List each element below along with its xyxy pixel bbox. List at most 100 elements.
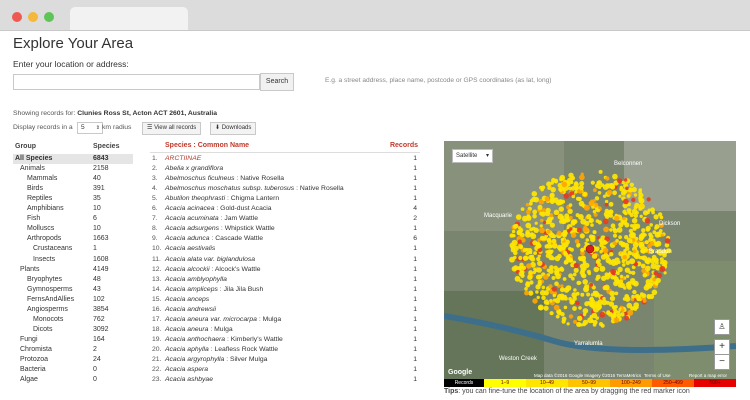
group-name: Gymnosperms <box>27 285 73 293</box>
location-marker-icon[interactable] <box>585 244 595 254</box>
occurrence-dot <box>609 295 616 302</box>
species-row[interactable]: 15. Acacia anceps 1 <box>150 295 420 305</box>
species-name[interactable]: Abelmoschus ficulneus <box>165 175 235 182</box>
species-row[interactable]: 7. Acacia acuminata : Jam Wattle 2 <box>150 214 420 224</box>
group-name: FernsAndAllies <box>27 295 75 303</box>
species-row[interactable]: 16. Acacia andrewsii 1 <box>150 305 420 315</box>
display-label: Display records in a <box>13 124 73 131</box>
radius-select[interactable]: 5 ⇕ <box>77 122 103 134</box>
species-name[interactable]: Acacia acuminata <box>165 215 219 222</box>
group-row[interactable]: Birds 391 <box>13 184 133 194</box>
species-name[interactable]: Acacia amblyophylla <box>165 276 227 283</box>
species-name[interactable]: Acacia ampliceps <box>165 286 218 293</box>
species-name[interactable]: Acacia aestivalis <box>165 245 215 252</box>
group-row[interactable]: Crustaceans 1 <box>13 244 133 254</box>
zoom-in-button[interactable]: + <box>714 339 730 355</box>
species-name[interactable]: Abelia x grandiflora <box>165 165 223 172</box>
species-row[interactable]: 6. Acacia acinacea : Gold-dust Acacia 4 <box>150 204 420 214</box>
species-name[interactable]: Acacia acinacea <box>165 205 215 212</box>
species-row[interactable]: 9. Acacia adunca : Cascade Wattle 6 <box>150 234 420 244</box>
species-row[interactable]: 4. Abelmoschus moschatus subsp. tuberosus… <box>150 184 420 194</box>
species-row[interactable]: 13. Acacia amblyophylla 1 <box>150 275 420 285</box>
species-row[interactable]: 19. Acacia anthochaera : Kimberly's Wattl… <box>150 335 420 345</box>
species-row[interactable]: 20. Acacia aphylla : Leafless Rock Wattle… <box>150 345 420 355</box>
report-map-error-link[interactable]: Report a map error <box>689 373 727 378</box>
map-panel[interactable]: Satellite ▾ Belconnen Macquarie Dickson B… <box>444 141 736 381</box>
species-row[interactable]: 21. Acacia argyrophylla : Silver Mulga 1 <box>150 355 420 365</box>
group-name: Animals <box>20 165 45 173</box>
map-terms-link[interactable]: Terms of Use <box>644 373 671 378</box>
species-row[interactable]: 1. ARCTIINAE 1 <box>150 154 420 164</box>
group-row[interactable]: Dicots 3092 <box>13 325 133 335</box>
group-row[interactable]: Bacteria 0 <box>13 365 133 375</box>
species-name[interactable]: Acacia alcockii <box>165 266 210 273</box>
occurrence-dot <box>620 312 625 317</box>
group-row[interactable]: Molluscs 10 <box>13 224 133 234</box>
group-row[interactable]: Plants 4149 <box>13 265 133 275</box>
occurrence-dot <box>600 323 605 328</box>
street-view-icon[interactable]: ♙ <box>714 319 730 335</box>
species-name[interactable]: ARCTIINAE <box>165 155 201 162</box>
group-row[interactable]: Fungi 164 <box>13 335 133 345</box>
species-row[interactable]: 2. Abelia x grandiflora 1 <box>150 164 420 174</box>
species-name[interactable]: Acacia anceps <box>165 296 209 303</box>
group-row[interactable]: Animals 2158 <box>13 164 133 174</box>
group-row[interactable]: Fish 6 <box>13 214 133 224</box>
species-row[interactable]: 5. Abutilon theophrasti : Chigma Lantern 1 <box>150 194 420 204</box>
close-window-icon[interactable] <box>12 12 22 22</box>
species-row[interactable]: 17. Acacia aneura var. microcarpa : Mulga… <box>150 315 420 325</box>
map-type-select[interactable]: Satellite ▾ <box>452 149 493 163</box>
species-name[interactable]: Acacia aspera <box>165 366 208 373</box>
downloads-button[interactable]: ⬇ Downloads <box>210 122 257 135</box>
species-row[interactable]: 22. Acacia aspera 1 <box>150 365 420 375</box>
occurrence-dot <box>533 227 539 233</box>
species-name[interactable]: Acacia alata var. biglandulosa <box>165 256 255 263</box>
maximize-window-icon[interactable] <box>44 12 54 22</box>
group-row[interactable]: Monocots 762 <box>13 315 133 325</box>
species-row[interactable]: 14. Acacia ampliceps : Jila Jila Bush 1 <box>150 285 420 295</box>
species-name[interactable]: Acacia argyrophylla <box>165 356 224 363</box>
group-row[interactable]: Protozoa 24 <box>13 355 133 365</box>
species-row[interactable]: 8. Acacia adsurgens : Whipstick Wattle 1 <box>150 224 420 234</box>
common-name: Native Rosella <box>299 185 344 193</box>
group-row[interactable]: Reptiles 35 <box>13 194 133 204</box>
species-row[interactable]: 10. Acacia aestivalis 1 <box>150 244 420 254</box>
search-button[interactable]: Search <box>260 73 294 91</box>
group-row[interactable]: All Species 6843 <box>13 154 133 164</box>
group-row[interactable]: Bryophytes 48 <box>13 275 133 285</box>
species-row[interactable]: 11. Acacia alata var. biglandulosa 1 <box>150 255 420 265</box>
group-row[interactable]: FernsAndAllies 102 <box>13 295 133 305</box>
species-name[interactable]: Acacia ashbyae <box>165 376 213 383</box>
group-row[interactable]: Insects 1608 <box>13 255 133 265</box>
species-name[interactable]: Acacia aneura var. microcarpa <box>165 316 257 323</box>
occurrence-dot <box>525 251 529 256</box>
occurrence-dot <box>656 272 662 279</box>
species-name[interactable]: Acacia anthochaera <box>165 336 225 343</box>
species-row[interactable]: 23. Acacia ashbyae 1 <box>150 375 420 385</box>
occurrence-dot <box>574 239 580 244</box>
browser-tab[interactable] <box>70 7 188 30</box>
species-name[interactable]: Acacia adsurgens <box>165 225 219 232</box>
group-row[interactable]: Gymnosperms 43 <box>13 285 133 295</box>
species-name[interactable]: Acacia andrewsii <box>165 306 216 313</box>
species-name[interactable]: Acacia aneura <box>165 326 208 333</box>
group-row[interactable]: Algae 0 <box>13 375 133 385</box>
species-row[interactable]: 3. Abelmoschus ficulneus : Native Rosella… <box>150 174 420 184</box>
species-row[interactable]: 18. Acacia aneura : Mulga 1 <box>150 325 420 335</box>
group-row[interactable]: Amphibians 10 <box>13 204 133 214</box>
group-row[interactable]: Arthropods 1663 <box>13 234 133 244</box>
view-all-records-button[interactable]: ☰ View all records <box>142 122 202 135</box>
minimize-window-icon[interactable] <box>28 12 38 22</box>
group-row[interactable]: Chromista 2 <box>13 345 133 355</box>
species-row[interactable]: 12. Acacia alcockii : Alcock's Wattle 1 <box>150 265 420 275</box>
group-row[interactable]: Mammals 40 <box>13 174 133 184</box>
species-name[interactable]: Abelmoschus moschatus subsp. tuberosus <box>165 185 294 192</box>
group-row[interactable]: Angiosperms 3854 <box>13 305 133 315</box>
occurrence-dot <box>610 268 616 275</box>
species-name[interactable]: Abutilon theophrasti <box>165 195 225 202</box>
location-search-input[interactable] <box>13 74 260 90</box>
zoom-out-button[interactable]: − <box>714 354 730 370</box>
species-name[interactable]: Acacia aphylla <box>165 346 209 353</box>
occurrence-dot <box>518 270 525 277</box>
species-name[interactable]: Acacia adunca <box>165 235 210 242</box>
